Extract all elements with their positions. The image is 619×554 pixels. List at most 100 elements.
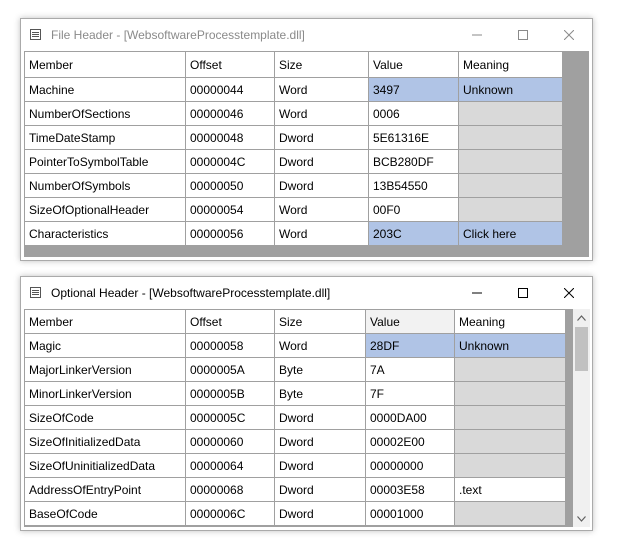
table-row[interactable]: Magic 00000058 Word 28DF Unknown [24, 333, 566, 358]
offset-cell[interactable]: 00000044 [185, 77, 275, 102]
offset-cell[interactable]: 0000005A [185, 357, 275, 382]
size-cell[interactable]: Dword [274, 125, 369, 150]
size-cell[interactable]: Dword [274, 149, 369, 174]
size-cell[interactable]: Byte [274, 381, 366, 406]
size-cell[interactable]: Dword [274, 453, 366, 478]
value-cell[interactable]: 7F [365, 381, 455, 406]
value-cell[interactable]: 0000DA00 [365, 405, 455, 430]
table-row[interactable]: AddressOfEntryPoint 00000068 Dword 00003… [24, 477, 566, 502]
meaning-cell[interactable]: Unknown [458, 77, 563, 102]
minimize-button[interactable] [454, 277, 500, 308]
size-cell[interactable]: Word [274, 101, 369, 126]
size-cell[interactable]: Word [274, 197, 369, 222]
value-cell[interactable]: 00F0 [368, 197, 459, 222]
value-cell[interactable]: 13B54550 [368, 173, 459, 198]
member-cell[interactable]: NumberOfSections [24, 101, 186, 126]
member-cell[interactable]: Machine [24, 77, 186, 102]
table-row[interactable]: SizeOfUninitializedData 00000064 Dword 0… [24, 453, 566, 478]
offset-cell[interactable]: 00000054 [185, 197, 275, 222]
table-row[interactable]: NumberOfSymbols 00000050 Dword 13B54550 [24, 173, 563, 198]
member-cell[interactable]: AddressOfEntryPoint [24, 477, 186, 502]
value-cell[interactable]: 28DF [365, 333, 455, 358]
value-cell[interactable]: 00003E58 [365, 477, 455, 502]
close-button[interactable] [546, 277, 592, 308]
size-cell[interactable]: Dword [274, 477, 366, 502]
table-row[interactable]: MajorLinkerVersion 0000005A Byte 7A [24, 357, 566, 382]
offset-cell[interactable]: 00000064 [185, 453, 275, 478]
table-row[interactable]: SizeOfOptionalHeader 00000054 Word 00F0 [24, 197, 563, 222]
size-cell[interactable]: Word [274, 77, 369, 102]
size-cell[interactable]: Dword [274, 501, 366, 526]
title-bar[interactable]: File Header - [WebsoftwareProcesstemplat… [21, 19, 592, 51]
member-cell[interactable]: SizeOfUninitializedData [24, 453, 186, 478]
column-header-size[interactable]: Size [274, 51, 369, 78]
value-cell[interactable]: 5E61316E [368, 125, 459, 150]
table-row[interactable]: MinorLinkerVersion 0000005B Byte 7F [24, 381, 566, 406]
column-header-offset[interactable]: Offset [185, 51, 275, 78]
offset-cell[interactable]: 0000005C [185, 405, 275, 430]
table-row[interactable]: BaseOfCode 0000006C Dword 00001000 [24, 501, 566, 526]
table-row[interactable]: TimeDateStamp 00000048 Dword 5E61316E [24, 125, 563, 150]
table-row[interactable]: SizeOfInitializedData 00000060 Dword 000… [24, 429, 566, 454]
member-cell[interactable]: NumberOfSymbols [24, 173, 186, 198]
size-cell[interactable]: Byte [274, 357, 366, 382]
member-cell[interactable]: SizeOfCode [24, 405, 186, 430]
title-bar[interactable]: Optional Header - [WebsoftwareProcesstem… [21, 277, 592, 309]
member-cell[interactable]: SizeOfOptionalHeader [24, 197, 186, 222]
offset-cell[interactable]: 0000004C [185, 149, 275, 174]
member-cell[interactable]: SizeOfInitializedData [24, 429, 186, 454]
size-cell[interactable]: Word [274, 221, 369, 246]
table-row[interactable]: SizeOfCode 0000005C Dword 0000DA00 [24, 405, 566, 430]
member-cell[interactable]: Characteristics [24, 221, 186, 246]
offset-cell[interactable]: 00000058 [185, 333, 275, 358]
offset-cell[interactable]: 0000006C [185, 501, 275, 526]
member-cell[interactable]: PointerToSymbolTable [24, 149, 186, 174]
value-cell[interactable]: 00001000 [365, 501, 455, 526]
member-cell[interactable]: TimeDateStamp [24, 125, 186, 150]
member-cell[interactable]: MinorLinkerVersion [24, 381, 186, 406]
column-header-value[interactable]: Value [368, 51, 459, 78]
table-row[interactable]: NumberOfSections 00000046 Word 0006 [24, 101, 563, 126]
size-cell[interactable]: Dword [274, 429, 366, 454]
value-cell[interactable]: 00000000 [365, 453, 455, 478]
column-header-offset[interactable]: Offset [185, 309, 275, 334]
vertical-scrollbar[interactable] [573, 309, 590, 527]
click-here-link[interactable]: Click here [458, 221, 563, 246]
size-cell[interactable]: Dword [274, 405, 366, 430]
value-cell[interactable]: 7A [365, 357, 455, 382]
table-row[interactable]: Characteristics 00000056 Word 203C Click… [24, 221, 563, 246]
offset-cell[interactable]: 00000046 [185, 101, 275, 126]
close-button[interactable] [546, 19, 592, 50]
value-cell[interactable]: BCB280DF [368, 149, 459, 174]
table-row[interactable]: Machine 00000044 Word 3497 Unknown [24, 77, 563, 102]
offset-cell[interactable]: 00000050 [185, 173, 275, 198]
table-row[interactable]: PointerToSymbolTable 0000004C Dword BCB2… [24, 149, 563, 174]
column-header-meaning[interactable]: Meaning [454, 309, 566, 334]
meaning-cell[interactable]: Unknown [454, 333, 566, 358]
maximize-button[interactable] [500, 277, 546, 308]
size-cell[interactable]: Word [274, 333, 366, 358]
size-cell[interactable]: Dword [274, 173, 369, 198]
scroll-down-button[interactable] [573, 510, 590, 527]
offset-cell[interactable]: 00000060 [185, 429, 275, 454]
column-header-member[interactable]: Member [24, 51, 186, 78]
meaning-cell[interactable]: .text [454, 477, 566, 502]
member-cell[interactable]: BaseOfCode [24, 501, 186, 526]
scroll-thumb[interactable] [575, 327, 588, 371]
value-cell[interactable]: 203C [368, 221, 459, 246]
minimize-button[interactable] [454, 19, 500, 50]
column-header-value[interactable]: Value [365, 309, 455, 334]
column-header-size[interactable]: Size [274, 309, 366, 334]
value-cell[interactable]: 3497 [368, 77, 459, 102]
member-cell[interactable]: Magic [24, 333, 186, 358]
value-cell[interactable]: 0006 [368, 101, 459, 126]
scroll-up-button[interactable] [573, 309, 590, 326]
offset-cell[interactable]: 00000056 [185, 221, 275, 246]
member-cell[interactable]: MajorLinkerVersion [24, 357, 186, 382]
maximize-button[interactable] [500, 19, 546, 50]
column-header-meaning[interactable]: Meaning [458, 51, 563, 78]
offset-cell[interactable]: 00000048 [185, 125, 275, 150]
offset-cell[interactable]: 0000005B [185, 381, 275, 406]
value-cell[interactable]: 00002E00 [365, 429, 455, 454]
offset-cell[interactable]: 00000068 [185, 477, 275, 502]
